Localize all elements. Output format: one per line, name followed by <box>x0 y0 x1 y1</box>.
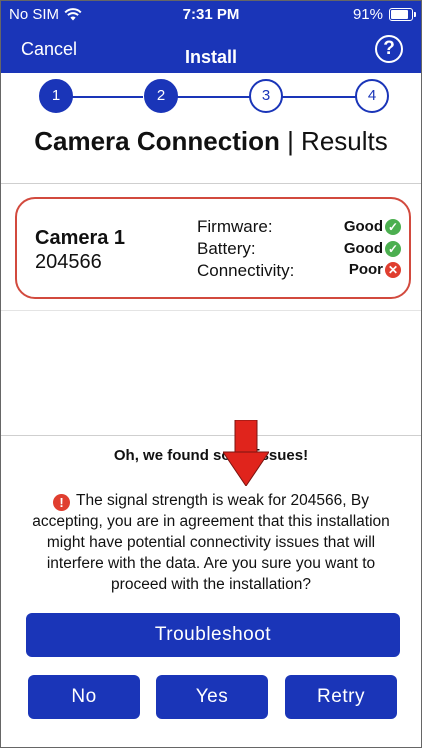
install-stepper: 1 2 3 4 <box>39 79 389 113</box>
step-connector <box>281 96 357 98</box>
step-1: 1 <box>39 79 73 113</box>
connectivity-status: Poor ✕ <box>349 261 401 278</box>
metric-label-connectivity: Connectivity: <box>197 261 295 280</box>
issues-divider <box>1 435 421 436</box>
firmware-status-text: Good <box>343 218 383 235</box>
help-icon[interactable]: ? <box>375 35 403 63</box>
camera-card[interactable]: Camera 1 204566 Firmware: Battery: Conne… <box>15 197 411 299</box>
connectivity-status-text: Poor <box>348 261 383 278</box>
battery-percent: 91% <box>352 6 383 23</box>
troubleshoot-button[interactable]: Troubleshoot <box>26 613 400 657</box>
screen-title-sub: Results <box>301 126 388 156</box>
issues-heading: Oh, we found some issues! <box>113 447 309 464</box>
issues-message: ! The signal strength is weak for 204566… <box>19 490 403 595</box>
header: No SIM 7:31 PM 91% Cancel Install ? <box>1 1 421 73</box>
camera-id: 204566 <box>35 251 102 273</box>
x-circle-icon: ✕ <box>385 261 401 278</box>
check-circle-icon: ✓ <box>385 240 401 257</box>
issues-message-text: The signal strength is weak for 204566, … <box>32 492 390 593</box>
battery-status-text: Good <box>343 240 383 257</box>
screen-title-main: Camera Connection <box>34 126 280 156</box>
retry-button[interactable]: Retry <box>285 675 397 719</box>
battery-status: Good ✓ <box>344 240 401 257</box>
firmware-status: Good ✓ <box>344 218 401 235</box>
card-divider <box>1 310 421 311</box>
page-title: Install <box>184 47 237 67</box>
screen-title-separator: | <box>279 126 302 156</box>
check-circle-icon: ✓ <box>385 218 401 235</box>
screen-title: Camera Connection | Results <box>1 126 421 157</box>
yes-button[interactable]: Yes <box>156 675 268 719</box>
top-divider <box>1 183 421 184</box>
step-connector <box>175 96 251 98</box>
app-frame: No SIM 7:31 PM 91% Cancel Install ? 1 2 … <box>0 0 422 748</box>
metric-label-firmware: Firmware: <box>197 217 273 236</box>
battery-icon <box>389 8 416 21</box>
metric-label-battery: Battery: <box>197 239 256 258</box>
step-4: 4 <box>355 79 389 113</box>
step-3: 3 <box>249 79 283 113</box>
no-button[interactable]: No <box>28 675 140 719</box>
status-bar: No SIM 7:31 PM 91% <box>1 1 421 27</box>
alert-icon: ! <box>53 494 70 511</box>
step-connector <box>69 96 143 98</box>
step-2: 2 <box>144 79 178 113</box>
down-arrow-icon <box>223 420 269 486</box>
status-right: 91% <box>352 6 416 23</box>
camera-name: Camera 1 <box>35 227 126 249</box>
